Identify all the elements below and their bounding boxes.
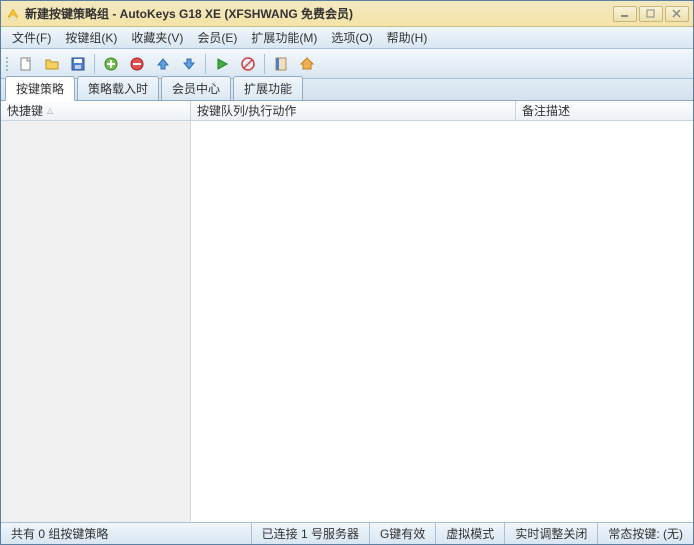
menu-member[interactable]: 会员(E) — [190, 27, 244, 48]
tab-member-center[interactable]: 会员中心 — [161, 76, 231, 100]
menu-favorites[interactable]: 收藏夹(V) — [124, 27, 190, 48]
toolbar — [1, 49, 693, 79]
maximize-button[interactable] — [639, 6, 663, 22]
app-icon — [5, 6, 21, 22]
menu-help[interactable]: 帮助(H) — [380, 27, 435, 48]
menu-extension[interactable]: 扩展功能(M) — [244, 27, 324, 48]
status-gkey: G键有效 — [369, 523, 435, 544]
menu-keygroup[interactable]: 按键组(K) — [58, 27, 124, 48]
status-realtime: 实时调整关闭 — [504, 523, 597, 544]
status-server: 已连接 1 号服务器 — [251, 523, 369, 544]
run-button[interactable] — [210, 52, 234, 76]
table-left-panel — [1, 121, 191, 522]
toolbar-grip — [5, 53, 10, 75]
toolbar-separator — [94, 54, 95, 74]
tab-extension[interactable]: 扩展功能 — [233, 76, 303, 100]
remove-button[interactable] — [125, 52, 149, 76]
save-button[interactable] — [66, 52, 90, 76]
tabbar: 按键策略 策略载入时 会员中心 扩展功能 — [1, 79, 693, 101]
open-button[interactable] — [40, 52, 64, 76]
titlebar: 新建按键策略组 - AutoKeys G18 XE (XFSHWANG 免费会员… — [1, 1, 693, 27]
status-virtual: 虚拟模式 — [435, 523, 504, 544]
column-shortcut[interactable]: 快捷键 △ — [1, 101, 191, 120]
menu-file[interactable]: 文件(F) — [5, 27, 58, 48]
home-button[interactable] — [295, 52, 319, 76]
table-body — [1, 121, 693, 522]
window-title: 新建按键策略组 - AutoKeys G18 XE (XFSHWANG 免费会员… — [25, 5, 613, 22]
tab-on-load[interactable]: 策略载入时 — [77, 76, 159, 100]
toolbar-separator — [205, 54, 206, 74]
status-count: 共有 0 组按键策略 — [1, 523, 251, 544]
help-button[interactable] — [269, 52, 293, 76]
move-down-button[interactable] — [177, 52, 201, 76]
table-right-panel — [191, 121, 693, 522]
tab-key-strategy[interactable]: 按键策略 — [5, 76, 75, 101]
statusbar: 共有 0 组按键策略 已连接 1 号服务器 G键有效 虚拟模式 实时调整关闭 常… — [1, 522, 693, 544]
toolbar-separator — [264, 54, 265, 74]
add-button[interactable] — [99, 52, 123, 76]
window-controls — [613, 6, 689, 22]
move-up-button[interactable] — [151, 52, 175, 76]
stop-button[interactable] — [236, 52, 260, 76]
new-button[interactable] — [14, 52, 38, 76]
column-remark[interactable]: 备注描述 — [516, 101, 693, 120]
status-normal-key: 常态按键: (无) — [597, 523, 693, 544]
close-button[interactable] — [665, 6, 689, 22]
menubar: 文件(F) 按键组(K) 收藏夹(V) 会员(E) 扩展功能(M) 选项(O) … — [1, 27, 693, 49]
table-header: 快捷键 △ 按键队列/执行动作 备注描述 — [1, 101, 693, 121]
column-queue[interactable]: 按键队列/执行动作 — [191, 101, 516, 120]
menu-options[interactable]: 选项(O) — [324, 27, 379, 48]
column-label: 快捷键 — [7, 102, 43, 119]
sort-indicator-icon: △ — [47, 106, 53, 115]
content-area: 快捷键 △ 按键队列/执行动作 备注描述 — [1, 101, 693, 522]
minimize-button[interactable] — [613, 6, 637, 22]
